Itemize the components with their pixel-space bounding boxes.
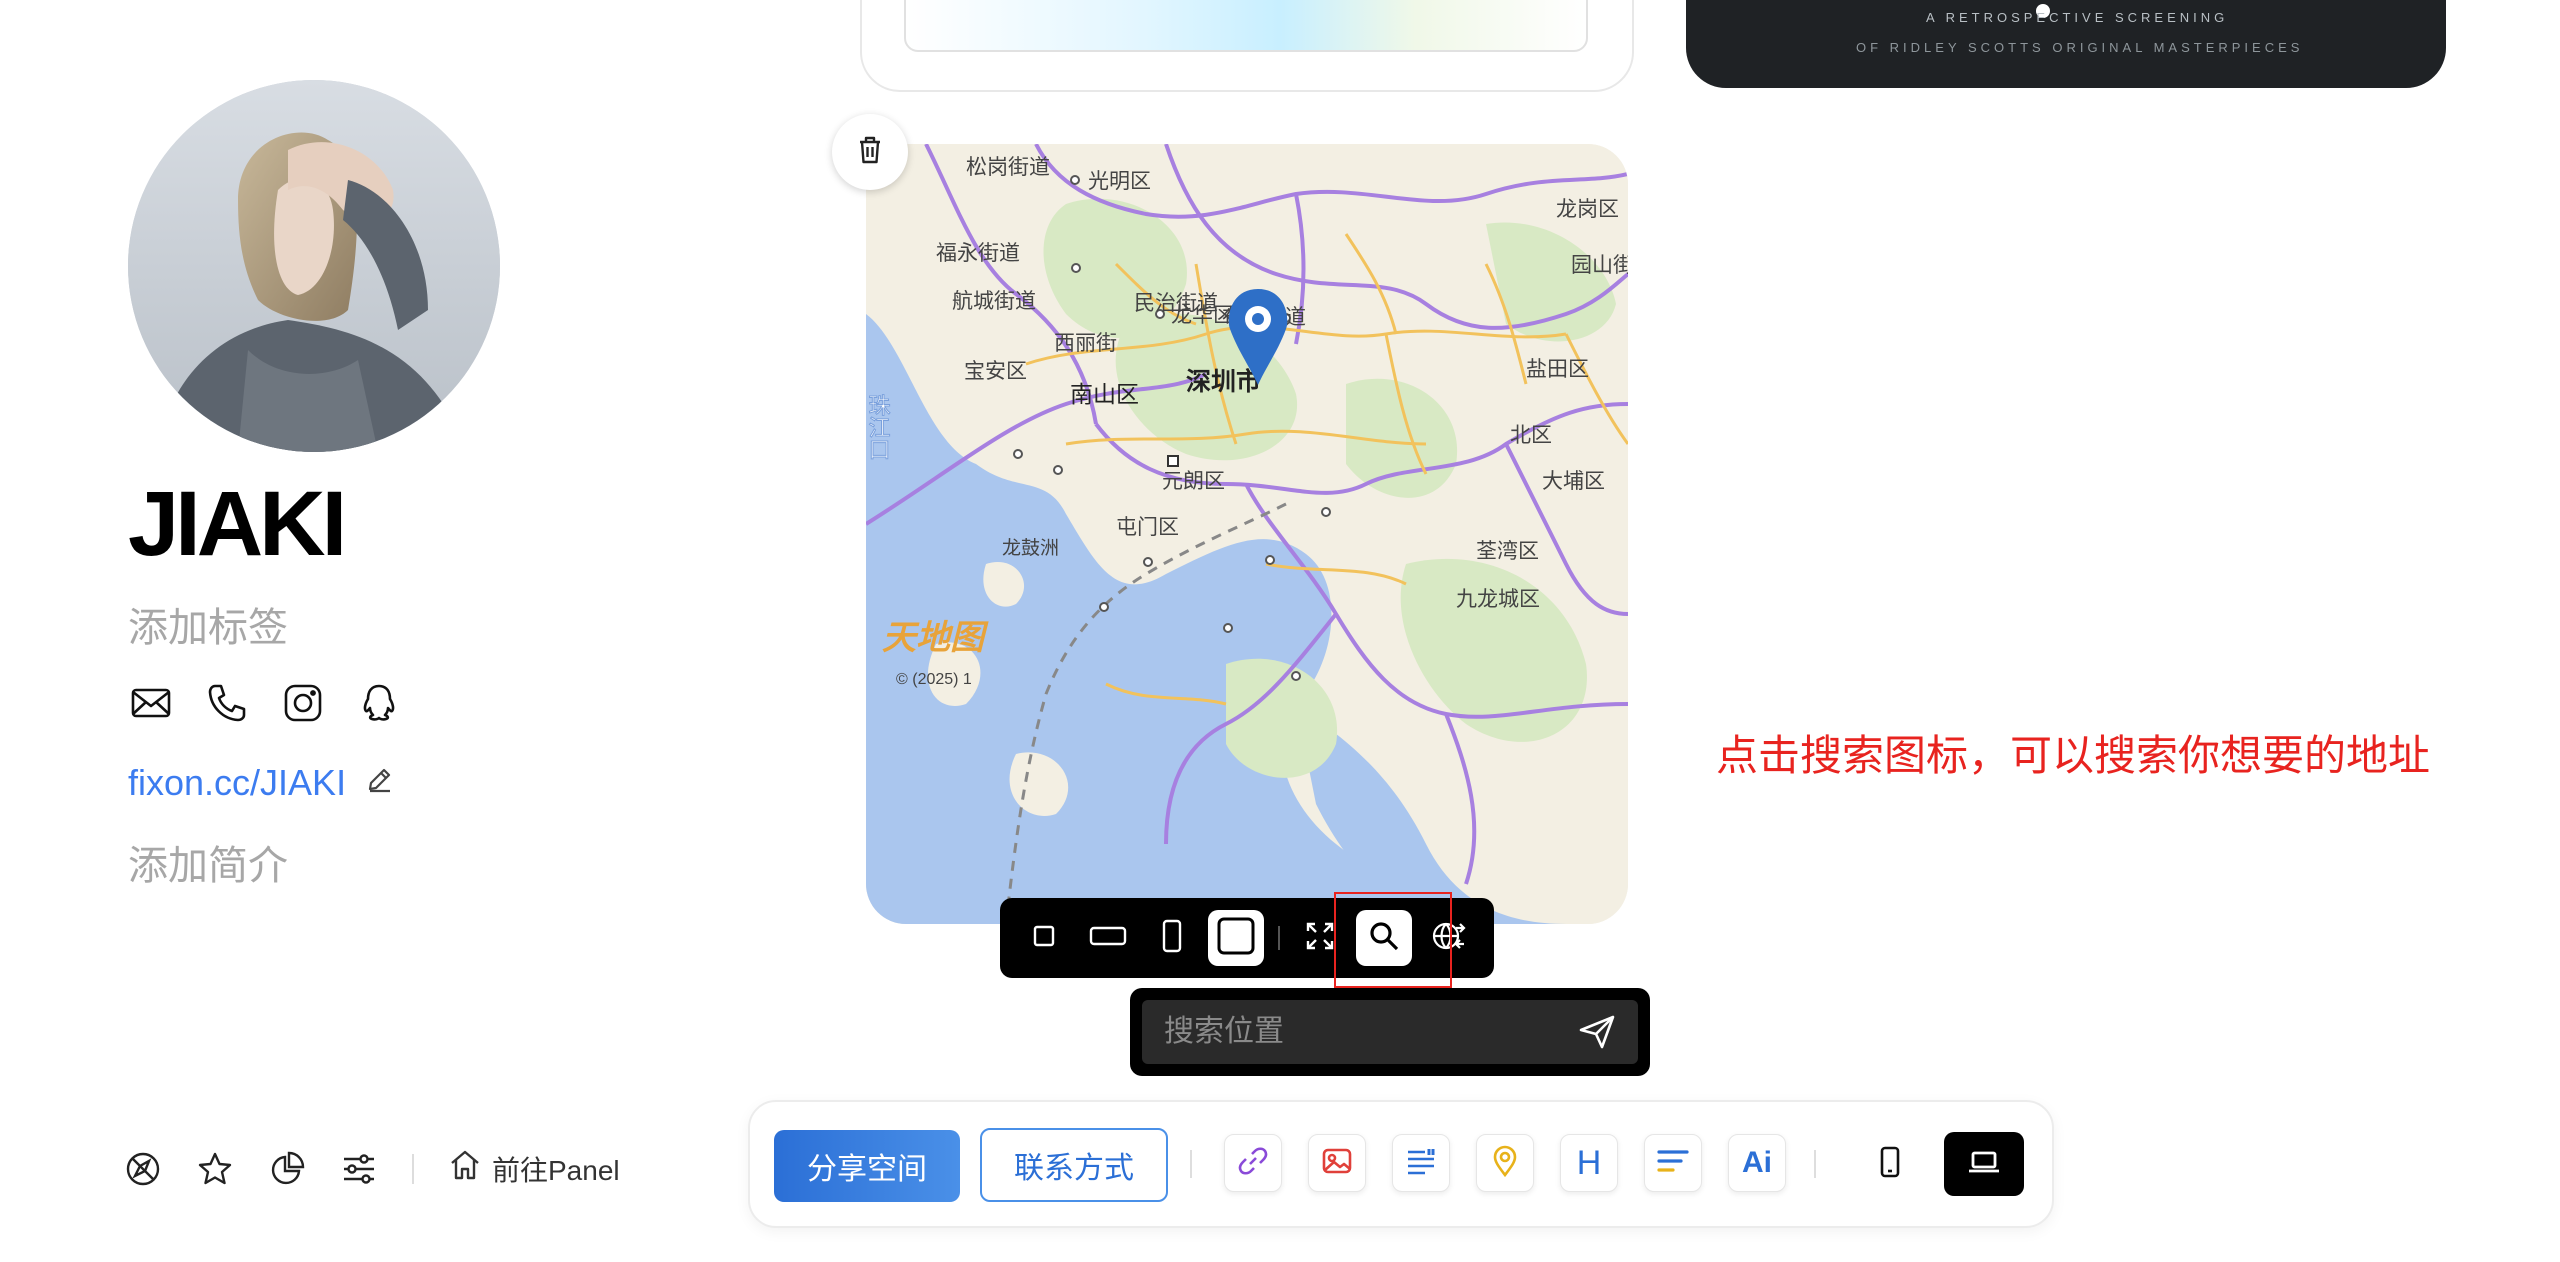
qq-icon[interactable] xyxy=(358,682,400,724)
link-icon xyxy=(1238,1146,1268,1181)
star-icon[interactable] xyxy=(196,1150,234,1188)
map-label-yuanshan: 园山街 xyxy=(1571,254,1628,277)
map-label-fuyong: 福永街道 xyxy=(936,242,1020,265)
send-icon[interactable] xyxy=(1578,1014,1616,1055)
instagram-icon[interactable] xyxy=(282,682,324,724)
map-label-yuanlang: 元朗区 xyxy=(1162,470,1225,493)
share-space-button[interactable]: 分享空间 xyxy=(774,1130,960,1202)
map-label-hangcheng: 航城街道 xyxy=(952,290,1036,313)
map-label-songgang: 松岗街道 xyxy=(966,156,1050,179)
map-label-baoan: 宝安区 xyxy=(964,360,1027,383)
divider xyxy=(412,1153,414,1184)
add-text-button[interactable] xyxy=(1392,1134,1450,1192)
add-location-button[interactable] xyxy=(1476,1134,1534,1192)
contact-button[interactable]: 联系方式 xyxy=(980,1128,1168,1202)
poster-title-decoration: ALIEN xyxy=(1886,0,2446,4)
add-list-button[interactable] xyxy=(1644,1134,1702,1192)
size-tall-button[interactable] xyxy=(1144,910,1200,966)
list-icon xyxy=(1656,1148,1690,1179)
location-search-input[interactable] xyxy=(1162,1014,1566,1050)
footer-left-toolbar: 前往Panel xyxy=(124,1148,620,1189)
text-icon xyxy=(1405,1146,1437,1181)
ai-assistant-button[interactable]: Ai xyxy=(1728,1134,1786,1192)
map-label-xili: 西丽街 xyxy=(1054,332,1117,355)
fullscreen-icon xyxy=(1304,920,1336,957)
search-icon-highlight-box xyxy=(1334,892,1452,988)
tall-rect-icon xyxy=(1159,918,1185,959)
bottom-toolbar: 分享空间 联系方式 H Ai xyxy=(748,1100,2054,1228)
map-label-nanshan: 南山区 xyxy=(1070,381,1139,407)
gradient-card-preview xyxy=(904,0,1588,52)
phone-icon[interactable] xyxy=(206,682,248,724)
add-bio-placeholder[interactable]: 添加简介 xyxy=(128,846,288,886)
add-link-button[interactable] xyxy=(1224,1134,1282,1192)
add-heading-button[interactable]: H xyxy=(1560,1134,1618,1192)
ai-icon: Ai xyxy=(1742,1146,1772,1179)
compass-icon[interactable] xyxy=(124,1150,162,1188)
desktop-icon xyxy=(1967,1148,2001,1181)
location-icon xyxy=(1490,1145,1520,1182)
size-large-square-button[interactable] xyxy=(1208,910,1264,966)
divider xyxy=(1190,1150,1192,1178)
map-label-jiulong: 九龙城区 xyxy=(1456,588,1540,611)
location-search-bar xyxy=(1130,988,1650,1076)
avatar[interactable] xyxy=(128,80,500,452)
profile-link-row: fixon.cc/JIAKI xyxy=(128,762,394,804)
go-to-panel-link[interactable]: 前往Panel xyxy=(448,1148,620,1189)
map-label-yantian: 盐田区 xyxy=(1526,358,1589,381)
map-widget[interactable]: 松岗街道 光明区 龙岗区 龙华区 福永街道 园山街 航城街道 民治街道 布吉街道… xyxy=(866,144,1628,924)
map-label-longgang: 龙岗区 xyxy=(1556,198,1619,221)
wide-rect-icon xyxy=(1088,923,1128,954)
mobile-icon xyxy=(1879,1146,1901,1183)
square-large-icon xyxy=(1216,916,1256,961)
location-search-field xyxy=(1142,1000,1638,1064)
add-image-button[interactable] xyxy=(1308,1134,1366,1192)
add-tag-placeholder[interactable]: 添加标签 xyxy=(128,608,288,648)
mobile-view-button[interactable] xyxy=(1860,1134,1920,1194)
map-label-zhujiang: 珠江口 xyxy=(866,394,891,460)
edit-pencil-icon[interactable] xyxy=(364,762,394,804)
map-brand-logo: 天地图 xyxy=(882,619,989,657)
size-wide-button[interactable] xyxy=(1080,910,1136,966)
movie-poster-card[interactable]: ALIEN A RETROSPECTIVE SCREENING OF RIDLE… xyxy=(1686,0,2446,88)
poster-line-1: A RETROSPECTIVE SCREENING xyxy=(1926,10,2229,25)
map-label-guangming: 光明区 xyxy=(1088,170,1151,193)
profile-name[interactable]: JIAKI xyxy=(128,478,347,570)
map-label-longgu: 龙鼓洲 xyxy=(1002,537,1059,559)
tutorial-annotation: 点击搜索图标，可以搜索你想要的地址 xyxy=(1716,732,2431,779)
map-canvas[interactable]: 松岗街道 光明区 龙岗区 龙华区 福永街道 园山街 航城街道 民治街道 布吉街道… xyxy=(866,144,1628,924)
avatar-portrait-image xyxy=(128,80,500,452)
toolbar-divider xyxy=(1278,926,1280,950)
map-label-dabu: 大埔区 xyxy=(1542,470,1605,493)
delete-widget-button[interactable] xyxy=(832,114,908,190)
go-to-panel-label: 前往Panel xyxy=(492,1154,620,1186)
trash-icon xyxy=(854,134,886,171)
divider xyxy=(1814,1150,1816,1178)
map-label-shenzhen: 深圳市 xyxy=(1186,367,1261,396)
heading-icon: H xyxy=(1576,1143,1602,1182)
map-label-minzhi: 民治街道 xyxy=(1134,292,1218,315)
mail-icon[interactable] xyxy=(130,682,172,724)
map-label-quanwan: 荃湾区 xyxy=(1476,540,1539,563)
social-links xyxy=(130,682,400,724)
map-label-tunmen: 屯门区 xyxy=(1116,516,1179,539)
profile-link[interactable]: fixon.cc/JIAKI xyxy=(128,762,346,804)
pie-chart-icon[interactable] xyxy=(268,1150,306,1188)
image-icon xyxy=(1321,1146,1353,1181)
poster-line-2: OF RIDLEY SCOTTS ORIGINAL MASTERPIECES xyxy=(1856,40,2304,55)
sliders-icon[interactable] xyxy=(340,1150,378,1188)
square-small-icon xyxy=(1031,923,1057,954)
desktop-view-button[interactable] xyxy=(1944,1132,2024,1196)
home-icon xyxy=(448,1148,482,1189)
map-copyright: © (2025) 1 xyxy=(896,671,972,688)
size-small-square-button[interactable] xyxy=(1016,910,1072,966)
map-label-zhujiang-group: 珠江口 xyxy=(866,394,891,461)
map-label-beiqu: 北区 xyxy=(1510,424,1552,447)
